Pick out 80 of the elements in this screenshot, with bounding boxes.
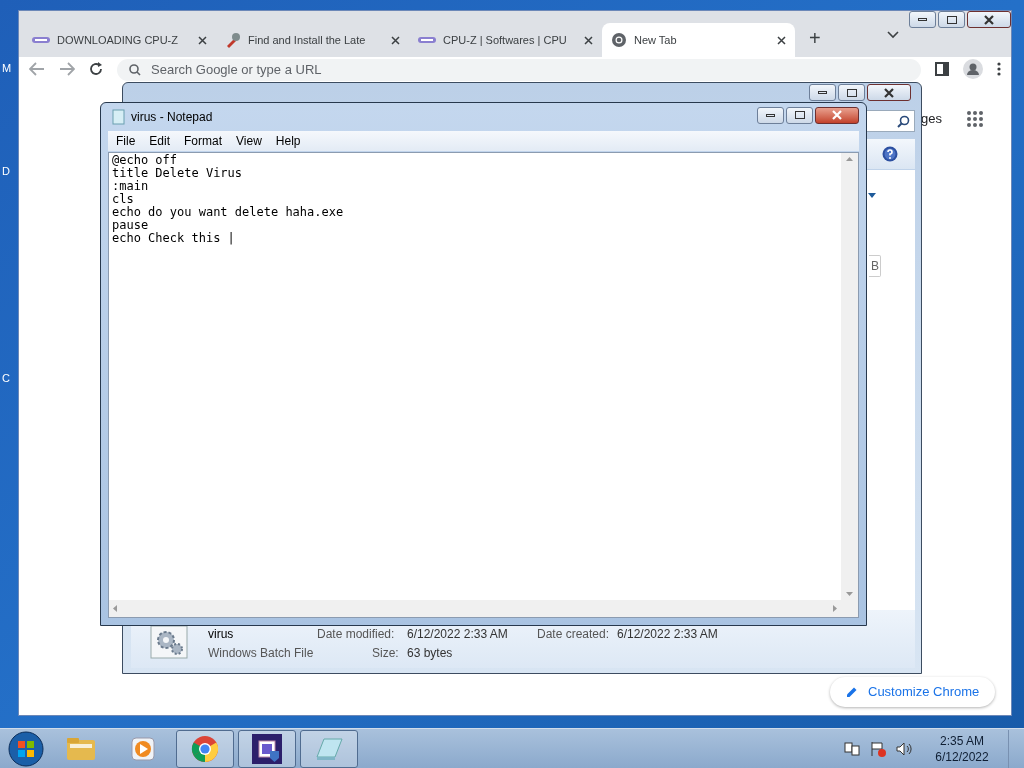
code-line: pause bbox=[112, 219, 149, 232]
clock[interactable]: 2:35 AM 6/12/2022 bbox=[920, 732, 1004, 765]
file-name: virus bbox=[208, 628, 234, 640]
minimize-button[interactable] bbox=[757, 106, 784, 124]
wrench-icon bbox=[225, 32, 241, 48]
clock-time: 2:35 AM bbox=[940, 732, 984, 749]
notepad-icon bbox=[112, 109, 125, 125]
menu-item[interactable]: Help bbox=[269, 132, 307, 150]
tab-title: DOWNLOADING CPU-Z bbox=[57, 32, 179, 48]
close-icon bbox=[831, 110, 843, 120]
menu-item[interactable]: Format bbox=[178, 132, 229, 150]
file-type: Windows Batch File bbox=[208, 645, 314, 662]
close-icon bbox=[983, 14, 995, 25]
code-line: title Delete Virus bbox=[112, 167, 243, 180]
browser-tab[interactable]: Find and Install the Late bbox=[216, 23, 409, 57]
size-label: Size: bbox=[372, 645, 399, 662]
desktop-icon-label: M bbox=[2, 61, 12, 76]
close-icon[interactable] bbox=[391, 35, 400, 45]
chevron-down-icon[interactable] bbox=[887, 31, 899, 39]
close-icon bbox=[883, 87, 895, 98]
images-link[interactable]: ges bbox=[921, 109, 942, 129]
menu-item[interactable]: View bbox=[230, 132, 268, 150]
modified-label: Date modified: bbox=[317, 628, 395, 640]
tab-title: Find and Install the Late bbox=[248, 32, 367, 48]
close-button[interactable] bbox=[867, 84, 911, 101]
desktop-icon-label: C bbox=[2, 371, 10, 386]
logo-icon bbox=[32, 36, 50, 44]
close-button[interactable] bbox=[815, 106, 859, 124]
size-value: 63 bytes bbox=[407, 645, 453, 662]
flag-icon[interactable] bbox=[870, 740, 886, 757]
close-button[interactable] bbox=[967, 11, 1011, 28]
close-icon[interactable] bbox=[584, 35, 593, 45]
reload-icon[interactable] bbox=[89, 62, 103, 76]
code-line: cls bbox=[112, 193, 134, 206]
new-tab-button[interactable]: + bbox=[809, 28, 821, 48]
sidebar-icon[interactable] bbox=[935, 62, 949, 76]
browser-tab[interactable]: CPU-Z | Softwares | CPU bbox=[409, 23, 602, 57]
search-icon bbox=[129, 64, 141, 76]
created-label: Date created: bbox=[537, 628, 610, 640]
logo-icon bbox=[418, 36, 436, 44]
code-line: echo Check this | bbox=[112, 232, 235, 245]
clock-date: 6/12/2022 bbox=[935, 748, 989, 765]
maximize-button[interactable] bbox=[938, 11, 965, 28]
play-icon bbox=[130, 735, 156, 762]
toolbar-button[interactable]: B bbox=[869, 255, 881, 277]
desktop-icon-label: D bbox=[2, 164, 10, 179]
code-line: :main bbox=[112, 180, 149, 193]
chip-icon bbox=[252, 733, 282, 764]
network-icon[interactable] bbox=[844, 740, 860, 757]
tab-title: New Tab bbox=[634, 32, 678, 48]
apps-grid-icon[interactable] bbox=[966, 110, 984, 128]
browser-tab[interactable]: New Tab bbox=[602, 23, 795, 57]
speaker-icon[interactable] bbox=[896, 740, 912, 757]
menu-icon[interactable] bbox=[997, 62, 1001, 76]
created-value: 6/12/2022 2:33 AM bbox=[617, 628, 718, 640]
minimize-button[interactable] bbox=[809, 84, 836, 101]
pencil-icon bbox=[846, 686, 858, 698]
customize-chrome-button[interactable]: Customize Chrome bbox=[830, 677, 996, 707]
search-icon bbox=[897, 114, 910, 128]
tab-title: CPU-Z | Softwares | CPU bbox=[443, 32, 568, 48]
address-placeholder: Search Google or type a URL bbox=[151, 61, 322, 80]
close-icon[interactable] bbox=[777, 35, 786, 45]
minimize-button[interactable] bbox=[909, 11, 936, 28]
maximize-button[interactable] bbox=[838, 84, 865, 101]
close-icon[interactable] bbox=[198, 35, 207, 45]
menu-item[interactable]: Edit bbox=[143, 132, 177, 150]
window-title: virus - Notepad bbox=[131, 109, 214, 126]
browser-tab[interactable]: DOWNLOADING CPU-Z bbox=[23, 23, 216, 57]
address-bar[interactable]: Search Google or type a URL bbox=[117, 59, 921, 81]
dropdown-arrow-icon[interactable] bbox=[868, 193, 876, 198]
folder-icon bbox=[66, 735, 96, 762]
code-line: @echo off bbox=[112, 154, 178, 167]
maximize-button[interactable] bbox=[786, 106, 813, 124]
taskbar-button[interactable] bbox=[238, 729, 296, 768]
modified-value: 6/12/2022 2:33 AM bbox=[407, 628, 508, 640]
menu-item[interactable]: File bbox=[110, 132, 142, 150]
help-icon[interactable] bbox=[882, 146, 898, 162]
gear-file-icon bbox=[149, 624, 189, 660]
code-line: echo do you want delete haha.exe bbox=[112, 206, 344, 219]
profile-icon[interactable] bbox=[963, 59, 983, 79]
